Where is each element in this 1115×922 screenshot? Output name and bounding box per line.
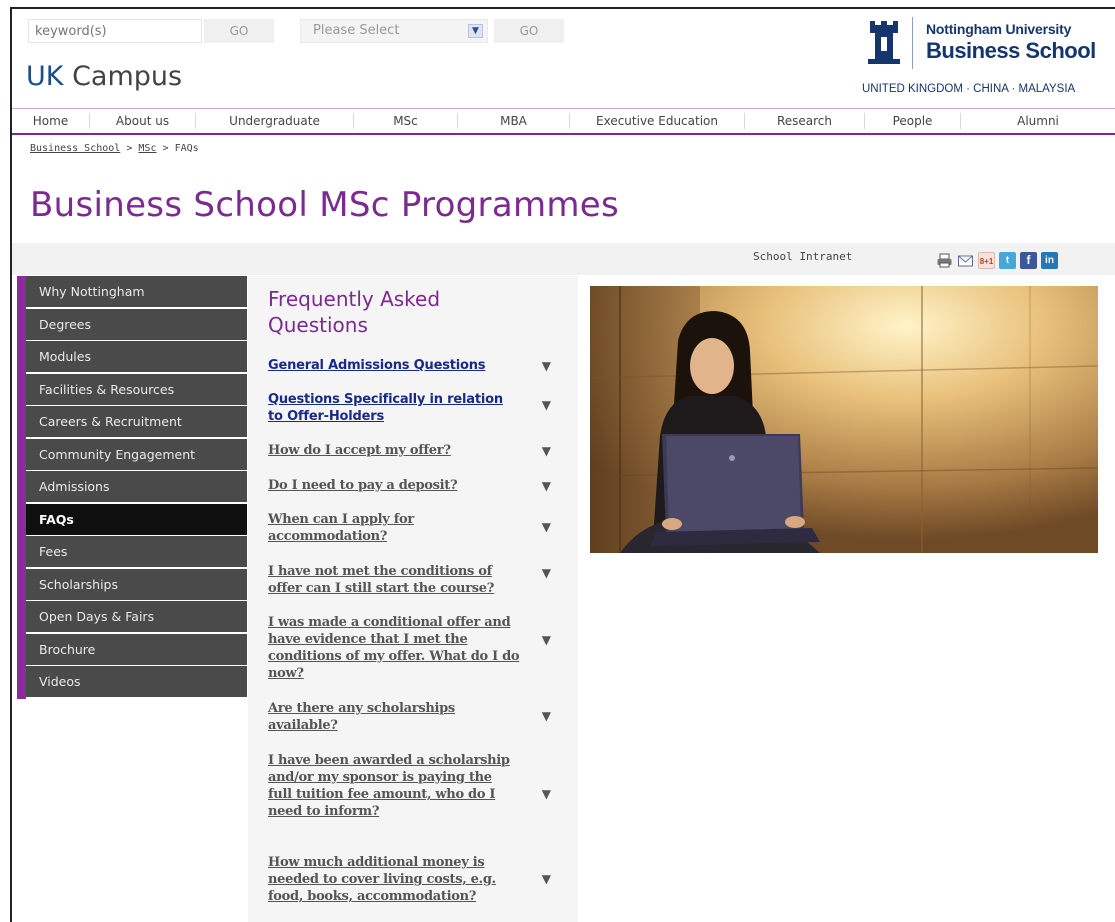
- faq-question[interactable]: How do I accept my offer?: [268, 442, 520, 459]
- nav-research[interactable]: Research: [745, 113, 865, 129]
- faq-item[interactable]: Are there any scholarships available? ▼: [268, 700, 553, 734]
- faq-question[interactable]: When can I apply for accommodation?: [268, 511, 468, 545]
- breadcrumb-separator: >: [162, 143, 169, 154]
- nav-home[interactable]: Home: [12, 113, 90, 129]
- sidebar-item-facilities[interactable]: Facilities & Resources: [26, 373, 247, 405]
- faq-panel: Frequently Asked Questions General Admis…: [248, 276, 578, 922]
- breadcrumb: Business School > MSc > FAQs: [30, 143, 199, 154]
- chevron-down-icon[interactable]: ▼: [468, 24, 483, 38]
- site-select-dropdown[interactable]: Please Select ▼: [300, 19, 488, 43]
- sidebar-item-admissions[interactable]: Admissions: [26, 471, 247, 502]
- faq-question[interactable]: How much additional money is needed to c…: [268, 854, 520, 905]
- expand-arrow-icon[interactable]: ▼: [542, 873, 551, 885]
- sidebar-item-videos[interactable]: Videos: [26, 666, 247, 697]
- expand-arrow-icon[interactable]: ▼: [542, 399, 551, 411]
- breadcrumb-separator: >: [126, 143, 133, 154]
- campus-title-suffix: Campus: [72, 61, 183, 92]
- business-school-logo[interactable]: Nottingham University Business School UN…: [860, 13, 1110, 103]
- campus-title-prefix: UK: [26, 61, 64, 92]
- twitter-icon[interactable]: t: [999, 252, 1016, 269]
- print-icon[interactable]: [936, 252, 953, 269]
- sidebar-item-modules[interactable]: Modules: [26, 341, 247, 372]
- student-laptop-illustration: [590, 286, 1098, 553]
- sidebar-item-brochure[interactable]: Brochure: [26, 633, 247, 665]
- nav-undergraduate[interactable]: Undergraduate: [196, 113, 354, 129]
- sidebar-item-scholarships[interactable]: Scholarships: [26, 568, 247, 600]
- sidebar-item-community[interactable]: Community Engagement: [26, 438, 247, 470]
- expand-arrow-icon[interactable]: ▼: [542, 710, 551, 722]
- faq-question[interactable]: I have been awarded a scholarship and/or…: [268, 752, 513, 820]
- main-navigation: Home About us Undergraduate MSc MBA Exec…: [12, 108, 1115, 135]
- nav-mba[interactable]: MBA: [458, 113, 570, 129]
- site-select-value: Please Select: [313, 23, 400, 38]
- expand-arrow-icon[interactable]: ▼: [542, 445, 551, 457]
- sidebar-item-fees[interactable]: Fees: [26, 536, 247, 567]
- facebook-icon[interactable]: f: [1020, 252, 1037, 269]
- section-sidebar: Why Nottingham Degrees Modules Facilitie…: [17, 276, 247, 699]
- breadcrumb-msc[interactable]: MSc: [138, 143, 156, 154]
- faq-item[interactable]: How much additional money is needed to c…: [268, 854, 553, 905]
- faq-question[interactable]: I have not met the conditions of offer c…: [268, 563, 520, 597]
- expand-arrow-icon[interactable]: ▼: [542, 567, 551, 579]
- castle-crest-icon: [868, 21, 900, 64]
- faq-item[interactable]: When can I apply for accommodation? ▼: [268, 511, 553, 545]
- keyword-go-button[interactable]: GO: [204, 19, 274, 43]
- nav-executive-education[interactable]: Executive Education: [570, 113, 745, 129]
- sidebar-item-why-nottingham[interactable]: Why Nottingham: [26, 276, 247, 307]
- logo-divider: [912, 17, 913, 69]
- expand-arrow-icon[interactable]: ▼: [542, 788, 551, 800]
- faq-item[interactable]: Do I need to pay a deposit? ▼: [268, 477, 553, 494]
- faq-item[interactable]: I have been awarded a scholarship and/or…: [268, 752, 553, 820]
- expand-arrow-icon[interactable]: ▼: [542, 360, 551, 372]
- faq-question[interactable]: Questions Specifically in relation to Of…: [268, 391, 520, 425]
- logo-university-name: Nottingham University: [926, 21, 1072, 37]
- nav-alumni[interactable]: Alumni: [961, 113, 1115, 129]
- expand-arrow-icon[interactable]: ▼: [542, 480, 551, 492]
- student-laptop-photo: [590, 286, 1098, 553]
- logo-campuses: UNITED KINGDOM · CHINA · MALAYSIA: [862, 83, 1076, 95]
- sidebar-item-faqs[interactable]: FAQs: [26, 503, 247, 535]
- campus-title: UK Campus: [26, 61, 182, 92]
- faq-heading: Frequently Asked Questions: [268, 287, 441, 337]
- sidebar-item-careers[interactable]: Careers & Recruitment: [26, 406, 247, 437]
- select-go-button[interactable]: GO: [494, 19, 564, 43]
- school-intranet-link[interactable]: School Intranet: [753, 250, 852, 263]
- expand-arrow-icon[interactable]: ▼: [542, 634, 551, 646]
- expand-arrow-icon[interactable]: ▼: [542, 521, 551, 533]
- email-icon[interactable]: [957, 252, 974, 269]
- faq-item[interactable]: How do I accept my offer? ▼: [268, 442, 553, 459]
- nav-about-us[interactable]: About us: [90, 113, 196, 129]
- sidebar-item-degrees[interactable]: Degrees: [26, 308, 247, 340]
- keyword-search-input[interactable]: [28, 19, 202, 43]
- google-plus-icon[interactable]: 8+1: [978, 252, 995, 269]
- faq-item[interactable]: I have not met the conditions of offer c…: [268, 563, 553, 597]
- browser-page: GO Please Select ▼ GO UK Campus Nottingh…: [10, 7, 1115, 922]
- share-icons: 8+1 t f in: [936, 252, 1058, 269]
- breadcrumb-current: FAQs: [174, 143, 199, 154]
- faq-question[interactable]: Do I need to pay a deposit?: [268, 477, 520, 494]
- page-title: Business School MSc Programmes: [30, 185, 620, 225]
- faq-question[interactable]: General Admissions Questions: [268, 357, 520, 374]
- faq-item[interactable]: Questions Specifically in relation to Of…: [268, 391, 553, 425]
- faq-item[interactable]: I was made a conditional offer and have …: [268, 614, 553, 682]
- breadcrumb-business-school[interactable]: Business School: [30, 143, 120, 154]
- linkedin-icon[interactable]: in: [1041, 252, 1058, 269]
- sidebar-item-open-days[interactable]: Open Days & Fairs: [26, 601, 247, 632]
- logo-school-name: Business School: [926, 38, 1096, 63]
- nav-msc[interactable]: MSc: [354, 113, 458, 129]
- faq-item[interactable]: General Admissions Questions ▼: [268, 357, 553, 374]
- faq-question[interactable]: I was made a conditional offer and have …: [268, 614, 520, 682]
- nav-people[interactable]: People: [865, 113, 961, 129]
- faq-question[interactable]: Are there any scholarships available?: [268, 700, 488, 734]
